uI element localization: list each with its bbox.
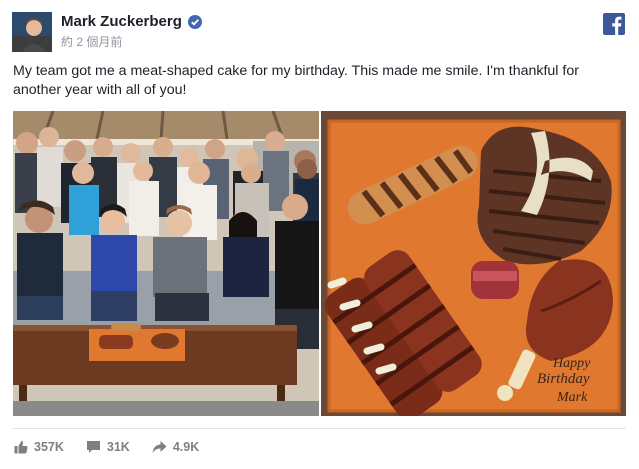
verified-badge-icon xyxy=(187,14,202,29)
engagement-stats: 357K 31K 4.9K xyxy=(14,440,199,454)
share-count[interactable]: 4.9K xyxy=(152,440,199,454)
facebook-logo-icon[interactable] xyxy=(603,13,625,35)
share-icon xyxy=(152,440,167,454)
comment-count-text: 31K xyxy=(106,440,130,454)
avatar[interactable] xyxy=(12,12,52,52)
comment-count[interactable]: 31K xyxy=(86,440,130,454)
author-name-text[interactable]: Mark Zuckerberg xyxy=(61,13,182,30)
cake-text-happy: Happy xyxy=(552,356,591,371)
like-count-text: 357K xyxy=(34,440,64,454)
share-count-text: 4.9K xyxy=(172,440,200,454)
team-photo[interactable] xyxy=(13,111,319,416)
like-count[interactable]: 357K xyxy=(14,440,64,454)
post-text: My team got me a meat-shaped cake for my… xyxy=(13,63,579,98)
post-timestamp[interactable]: 約 2 個月前 xyxy=(61,33,122,50)
author-name[interactable]: Mark Zuckerberg xyxy=(61,13,202,30)
divider xyxy=(13,428,626,429)
like-icon xyxy=(14,440,28,454)
cake-text-mark: Mark xyxy=(556,390,588,405)
comment-icon xyxy=(86,440,101,454)
meat-cake-photo[interactable]: Happy Birthday Mark xyxy=(321,111,626,416)
cake-text-birthday: Birthday xyxy=(537,371,590,387)
